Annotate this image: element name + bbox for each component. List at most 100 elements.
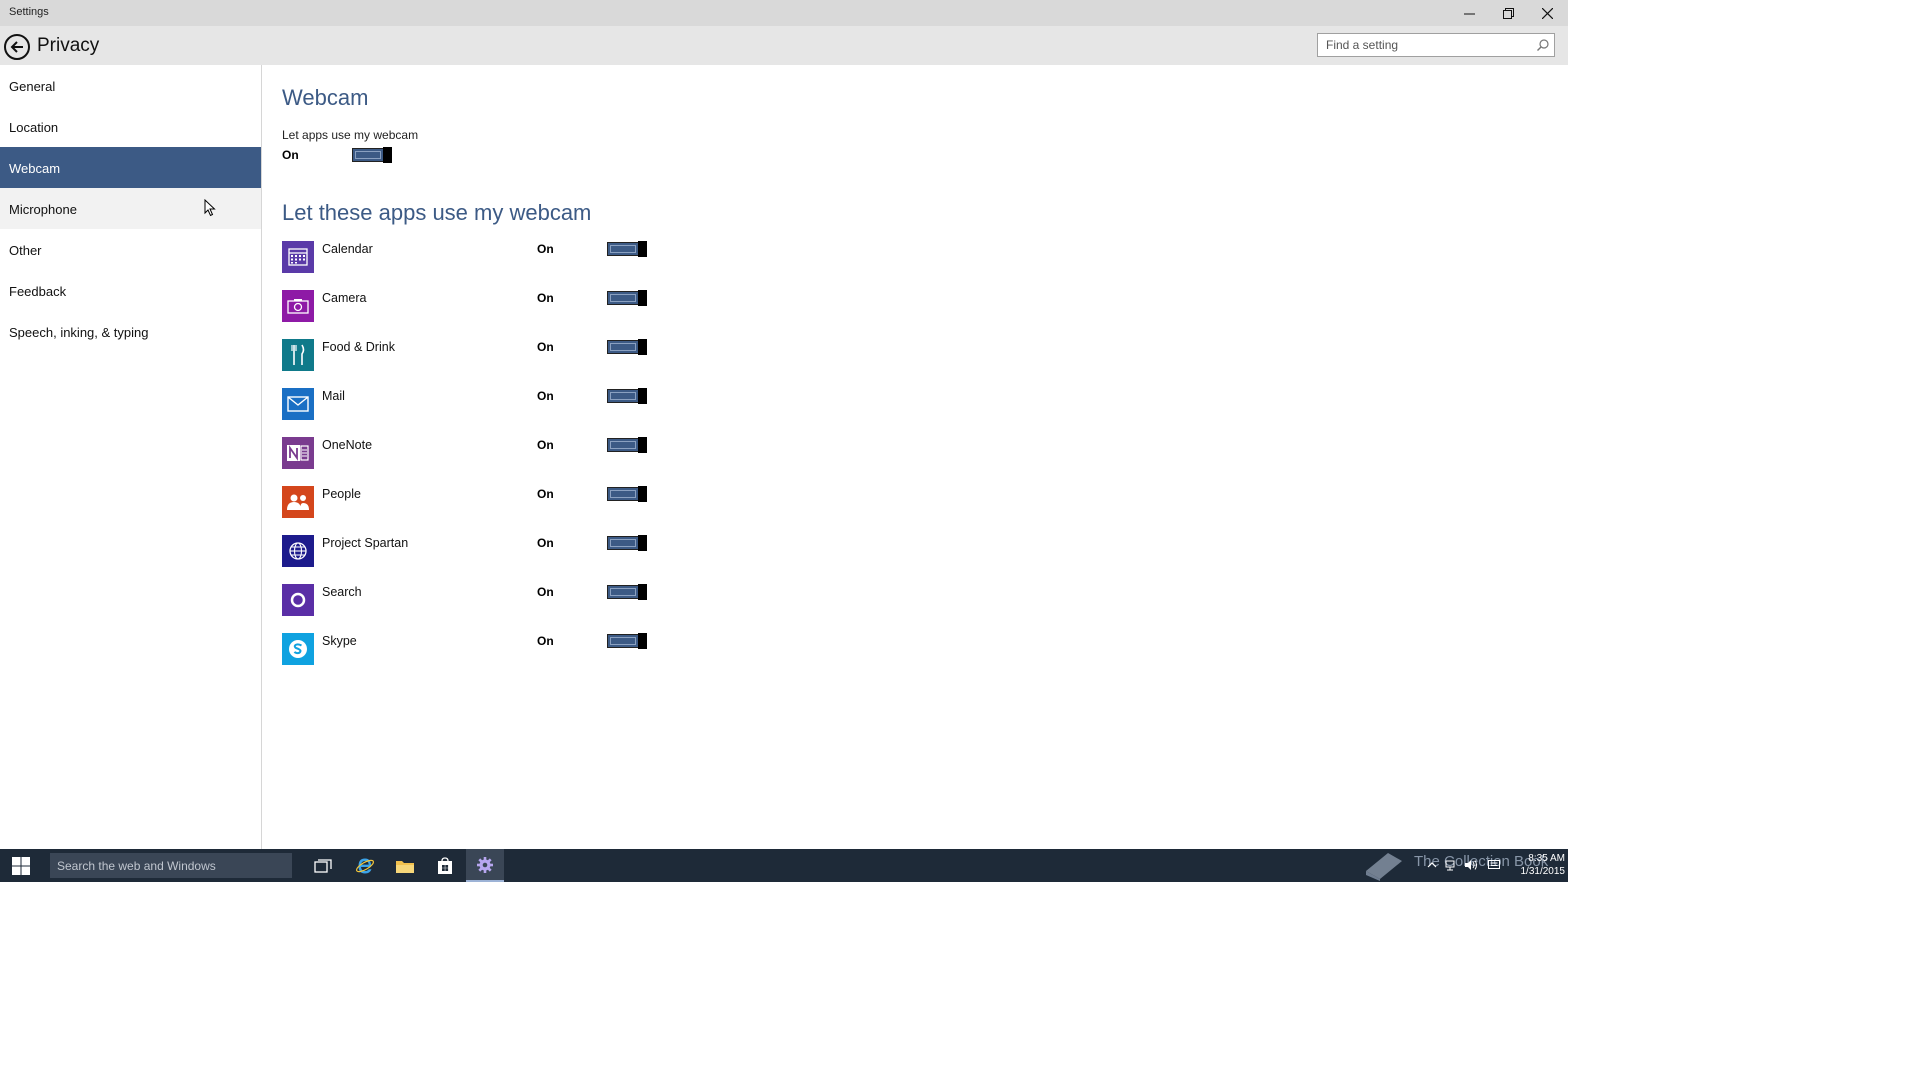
search-webcam-toggle[interactable] [607,584,647,600]
sidebar-item-general[interactable]: General [0,65,261,106]
calendar-webcam-toggle[interactable] [607,241,647,257]
toggle-knob [638,339,647,355]
onenote-webcam-toggle[interactable] [607,437,647,453]
store-bag-icon [438,856,452,874]
camera-icon [282,290,314,322]
toggle-track [610,490,636,498]
toggle-track [610,539,636,547]
volume-icon[interactable] [1464,858,1478,872]
network-icon[interactable] [1444,858,1458,872]
master-toggle-state: On [282,148,299,162]
app-row-calendar: Calendar On [282,241,662,273]
toggle-track [610,441,636,449]
mail-webcam-toggle[interactable] [607,388,647,404]
toggle-knob [383,147,392,163]
back-button[interactable] [4,34,30,60]
app-toggle-state: On [537,389,554,403]
start-button[interactable] [0,849,42,882]
folder-icon [396,860,414,873]
sidebar-item-webcam[interactable]: Webcam [0,147,261,188]
action-center-icon[interactable] [1487,858,1501,872]
food-drink-icon [282,339,314,371]
gear-icon [477,856,493,873]
clock-date: 1/31/2015 [1520,866,1566,877]
calendar-icon [282,241,314,273]
sidebar-item-microphone[interactable]: Microphone [0,188,261,229]
store-button[interactable] [426,849,464,882]
app-name: People [322,487,361,501]
taskbar: Search the web and Windows The Collectio… [0,849,1568,882]
app-row-onenote: OneNote On [282,437,662,469]
search-icon[interactable] [1536,38,1550,52]
file-explorer-button[interactable] [386,849,424,882]
windows-logo-icon [12,856,30,875]
internet-explorer-button[interactable] [346,849,384,882]
people-webcam-toggle[interactable] [607,486,647,502]
app-row-food-drink: Food & Drink On [282,339,662,371]
app-name: Skype [322,634,357,648]
toggle-knob [638,535,647,551]
app-toggle-state: On [537,585,554,599]
show-hidden-icons-icon[interactable] [1425,858,1439,872]
app-row-search: Search On [282,584,662,616]
project-spartan-webcam-toggle[interactable] [607,535,647,551]
minimize-icon [1464,13,1475,14]
window-title: Settings [9,6,49,18]
clock-time: 8:35 AM [1528,853,1565,864]
system-clock[interactable]: 8:35 AM 1/31/2015 [1505,852,1566,878]
task-view-icon [314,858,332,873]
skype-icon [282,633,314,665]
title-bar: Settings [0,0,1568,26]
toggle-knob [638,633,647,649]
task-view-button[interactable] [304,849,342,882]
apps-heading: Let these apps use my webcam [282,200,592,225]
app-name: Camera [322,291,367,305]
sidebar-item-feedback[interactable]: Feedback [0,270,261,311]
sidebar-item-other[interactable]: Other [0,229,261,270]
sidebar-item-label: Feedback [9,284,67,299]
skype-webcam-toggle[interactable] [607,633,647,649]
app-name: Project Spartan [322,536,409,550]
toggle-track [610,245,636,253]
find-setting-box[interactable] [1317,33,1555,57]
master-toggle-label: Let apps use my webcam [282,128,419,142]
camera-webcam-toggle[interactable] [607,290,647,306]
sidebar: General Location Webcam Microphone Other… [0,65,262,849]
taskbar-search-box[interactable]: Search the web and Windows [50,853,292,878]
restore-button[interactable] [1489,0,1528,26]
sidebar-item-label: Speech, inking, & typing [9,325,149,340]
people-icon [282,486,314,518]
internet-explorer-icon [355,858,375,873]
sidebar-item-label: Webcam [9,161,61,176]
toggle-track [610,637,636,645]
sidebar-item-label: General [9,79,56,94]
main-content: Webcam Let apps use my webcam On Let the… [262,65,1568,849]
minimize-button[interactable] [1450,0,1489,26]
sidebar-item-location[interactable]: Location [0,106,261,147]
toggle-knob [638,388,647,404]
app-toggle-state: On [537,340,554,354]
mail-icon [282,388,314,420]
settings-taskbar-button[interactable] [466,849,504,882]
master-webcam-toggle[interactable] [352,147,392,163]
app-row-skype: Skype On [282,633,662,665]
app-row-mail: Mail On [282,388,662,420]
close-button[interactable] [1528,0,1567,26]
sidebar-item-label: Location [9,120,59,135]
book-logo-icon [1366,853,1402,881]
page-title: Privacy [37,35,100,56]
find-setting-input[interactable] [1318,34,1536,56]
food-drink-webcam-toggle[interactable] [607,339,647,355]
sidebar-item-label: Microphone [9,202,77,217]
section-heading: Webcam [282,85,369,110]
toggle-knob [638,241,647,257]
app-toggle-state: On [537,291,554,305]
sidebar-item-speech[interactable]: Speech, inking, & typing [0,311,261,352]
toggle-knob [638,290,647,306]
sidebar-item-label: Other [9,243,42,258]
app-toggle-state: On [537,536,554,550]
header: Privacy [0,26,1568,65]
toggle-track [610,392,636,400]
search-ring-icon [282,584,314,616]
app-row-people: People On [282,486,662,518]
